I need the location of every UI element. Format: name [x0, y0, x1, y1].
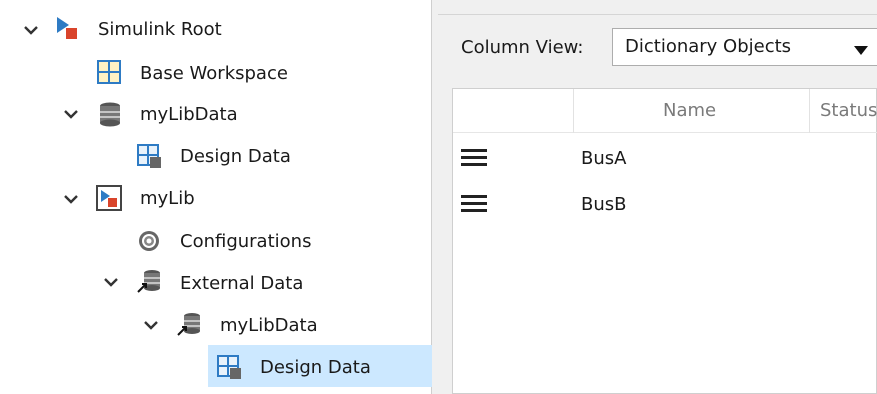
- row-handle-icon: [461, 195, 487, 213]
- database-icon: [97, 101, 123, 127]
- gear-icon: [136, 228, 162, 254]
- simulink-model-icon: [54, 15, 80, 41]
- column-header-status[interactable]: Status: [820, 100, 877, 122]
- column-header-name[interactable]: Name: [663, 100, 716, 122]
- collapse-chevron-icon[interactable]: [62, 105, 80, 123]
- column-separator[interactable]: [809, 89, 810, 133]
- tree-item-mylib[interactable]: myLib: [140, 187, 195, 211]
- tree-item-external-data[interactable]: External Data: [180, 272, 303, 296]
- collapse-chevron-icon[interactable]: [142, 316, 160, 334]
- workspace-grid-icon: [96, 59, 122, 85]
- objects-table: Name Status BusA BusB: [452, 88, 877, 394]
- row-name-busa[interactable]: BusA: [581, 147, 626, 171]
- column-separator[interactable]: [573, 89, 574, 133]
- design-data-icon: [136, 143, 162, 169]
- linked-database-icon: [136, 268, 162, 294]
- toolbar-strip: [438, 0, 877, 15]
- column-view-label: Column View:: [461, 37, 584, 58]
- collapse-chevron-icon[interactable]: [102, 273, 120, 291]
- collapse-chevron-icon[interactable]: [22, 21, 40, 39]
- model-hierarchy-tree: Simulink Root Base Workspace myLibData D…: [0, 0, 432, 394]
- dropdown-arrow-icon: [854, 40, 868, 61]
- tree-item-base-workspace[interactable]: Base Workspace: [140, 62, 288, 86]
- tree-item-design-data[interactable]: Design Data: [180, 145, 291, 169]
- column-view-selected-value: Dictionary Objects: [625, 36, 792, 57]
- tree-item-mylibdata[interactable]: myLibData: [140, 103, 238, 127]
- design-data-icon: [216, 354, 242, 380]
- row-handle-icon: [461, 149, 487, 167]
- linked-database-icon: [176, 311, 202, 337]
- collapse-chevron-icon[interactable]: [62, 190, 80, 208]
- library-model-icon: [96, 185, 122, 211]
- row-name-busb[interactable]: BusB: [581, 193, 626, 217]
- tree-item-mylibdata-linked[interactable]: myLibData: [220, 314, 318, 338]
- tree-item-design-data-selected[interactable]: Design Data: [260, 356, 371, 380]
- tree-item-simulink-root[interactable]: Simulink Root: [98, 18, 222, 42]
- column-view-dropdown[interactable]: Dictionary Objects: [612, 28, 877, 66]
- tree-item-configurations[interactable]: Configurations: [180, 230, 311, 254]
